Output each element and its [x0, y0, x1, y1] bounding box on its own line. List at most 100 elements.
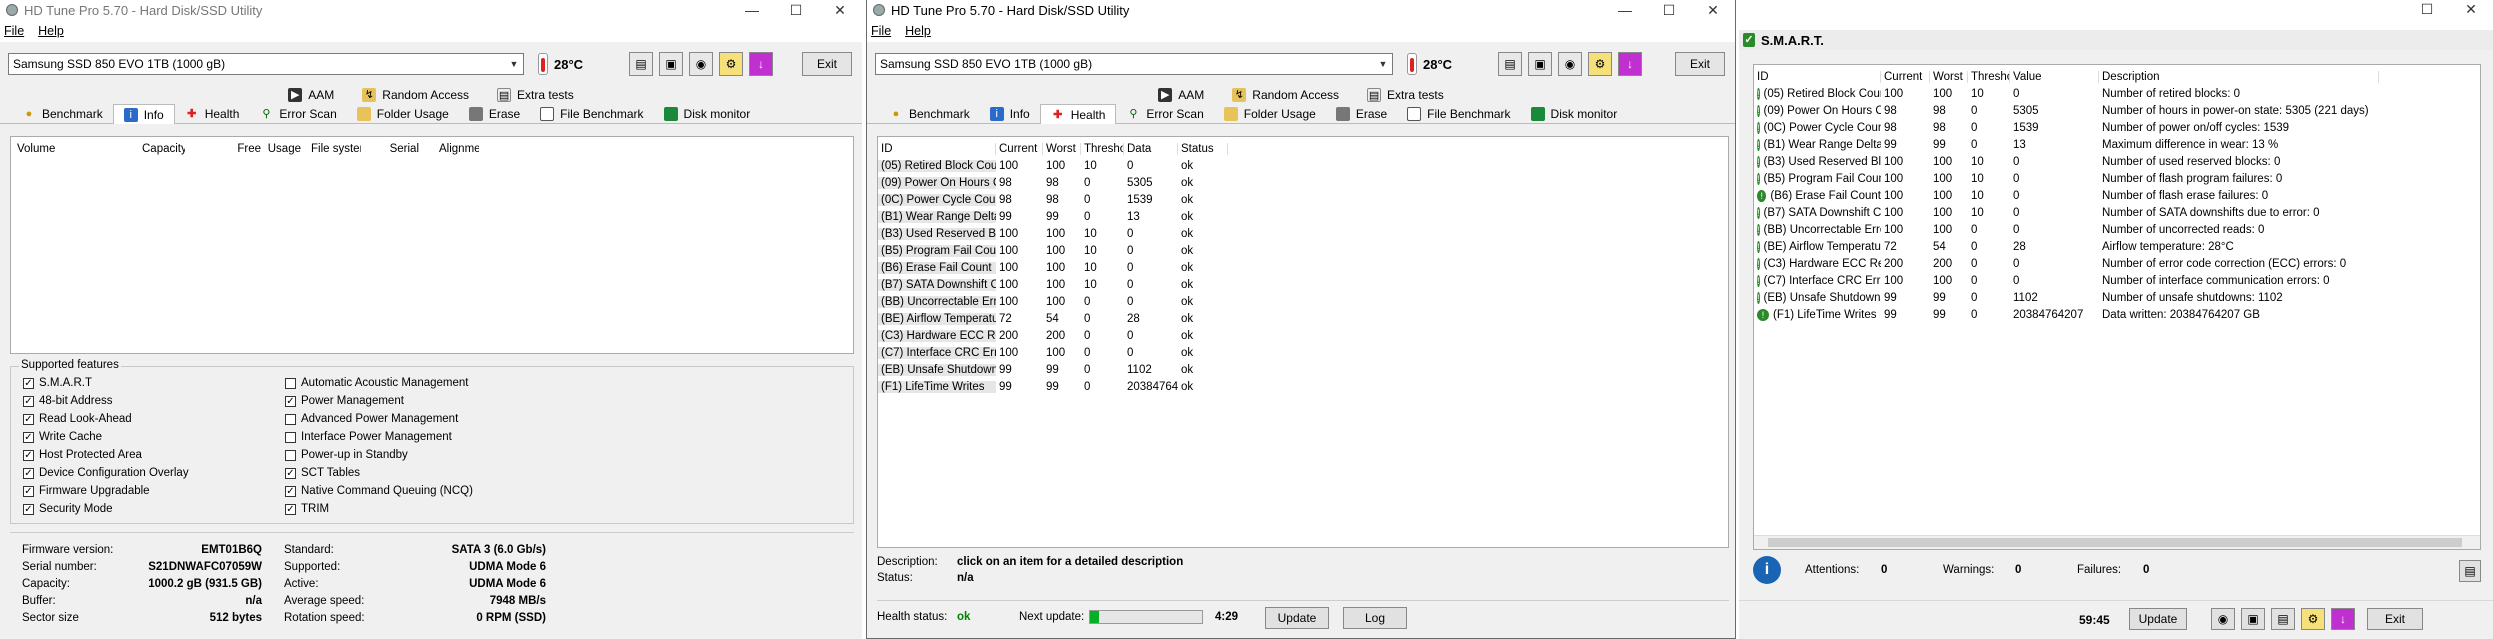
close-icon[interactable]: ✕: [818, 2, 862, 19]
feature-checkbox[interactable]: ✓: [23, 395, 34, 407]
table-row[interactable]: !(B3) Used Reserved Block Count100100100…: [1754, 153, 2480, 170]
drive-select[interactable]: Samsung SSD 850 EVO 1TB (1000 gB) ▼: [875, 53, 1393, 75]
col-free[interactable]: Free: [185, 143, 261, 155]
column-header[interactable]: Threshold: [1968, 71, 2010, 83]
log-button[interactable]: Log: [1343, 607, 1407, 629]
close-icon[interactable]: ✕: [2449, 1, 2493, 18]
camera-icon[interactable]: ◉: [689, 52, 714, 76]
column-header[interactable]: Threshold: [1081, 143, 1124, 155]
tab-random-access[interactable]: ↯ Random Access: [1218, 86, 1353, 104]
menu-help[interactable]: Help: [905, 24, 931, 38]
table-row[interactable]: (EB) Unsafe Shutdown Count999901102ok: [878, 361, 1728, 378]
copy-screenshot-icon[interactable]: ▣: [1528, 52, 1553, 76]
exit-button[interactable]: Exit: [802, 52, 852, 76]
col-capacity[interactable]: Capacity: [139, 143, 185, 155]
table-row[interactable]: (B3) Used Reserved Block Count100100100o…: [878, 225, 1728, 242]
close-icon[interactable]: ✕: [1691, 2, 1735, 19]
save-report-icon[interactable]: ▤: [2459, 560, 2481, 582]
column-header[interactable]: Current: [1881, 71, 1930, 83]
column-header[interactable]: ID: [1754, 71, 1881, 83]
scrollbar-thumb[interactable]: [1768, 538, 2462, 547]
feature-checkbox[interactable]: ✓: [23, 467, 34, 479]
smart-detail-table[interactable]: IDCurrentWorstThresholdValueDescription …: [1753, 64, 2481, 550]
feature-checkbox[interactable]: [285, 449, 296, 461]
table-row[interactable]: !(C7) Interface CRC Error Count10010000N…: [1754, 272, 2480, 289]
menu-file[interactable]: File: [4, 24, 24, 38]
table-row[interactable]: (B5) Program Fail Count 100 100 10 0 ok: [878, 242, 1728, 259]
feature-checkbox[interactable]: ✓: [285, 503, 296, 515]
volume-list[interactable]: Volume Capacity Free Usage File system S…: [10, 136, 854, 354]
copy-info-icon[interactable]: ▤: [629, 52, 654, 76]
options-icon[interactable]: ⚙: [719, 52, 744, 76]
table-row[interactable]: ! (05) Retired Block Count 100 100 10 0 Number…: [1754, 85, 2480, 102]
column-header[interactable]: Current: [996, 143, 1043, 155]
disk-save-icon[interactable]: ▣: [2241, 608, 2265, 630]
col-volume[interactable]: Volume: [11, 143, 139, 155]
feature-checkbox[interactable]: [285, 413, 296, 425]
feature-checkbox[interactable]: ✓: [23, 503, 34, 515]
table-row[interactable]: !(09) Power On Hours Count989805305Numbe…: [1754, 102, 2480, 119]
table-row[interactable]: (BE) Airflow Temperature 72 54 0 28 ok: [878, 310, 1728, 327]
update-button[interactable]: Update: [2129, 608, 2187, 630]
table-row[interactable]: (B1) Wear Range Delta 99 99 0 13 ok: [878, 208, 1728, 225]
tab-folder-usage[interactable]: Folder Usage: [347, 104, 459, 124]
col-file-system[interactable]: File system: [301, 143, 361, 155]
maximize-icon[interactable]: ☐: [774, 2, 818, 19]
tab-disk-monitor[interactable]: Disk monitor: [1521, 104, 1628, 124]
table-row[interactable]: (BB) Uncorrectable Error Count10010000ok: [878, 293, 1728, 310]
column-header[interactable]: Data: [1124, 143, 1178, 155]
minimize-icon[interactable]: —: [1603, 2, 1647, 19]
table-row[interactable]: ! (B1) Wear Range Delta 99 99 0 13 Maximum dif…: [1754, 136, 2480, 153]
smart-table[interactable]: IDCurrentWorstThresholdDataStatus (05) R…: [877, 136, 1729, 548]
table-row[interactable]: (C7) Interface CRC Error Count10010000ok: [878, 344, 1728, 361]
table-row[interactable]: !(B7) SATA Downshift Count100100100Numbe…: [1754, 204, 2480, 221]
column-header[interactable]: Worst: [1043, 143, 1081, 155]
camera-icon[interactable]: ◉: [1558, 52, 1583, 76]
table-row[interactable]: ! (0C) Power Cycle Count 98 98 0 1539 Number o…: [1754, 119, 2480, 136]
exit-button[interactable]: Exit: [1675, 52, 1725, 76]
table-row[interactable]: (F1) LifeTime Writes9999020384764207ok: [878, 378, 1728, 395]
copy-screenshot-icon[interactable]: ▣: [659, 52, 684, 76]
feature-checkbox[interactable]: ✓: [23, 449, 34, 461]
tab-aam[interactable]: ▶ AAM: [1144, 86, 1218, 104]
drive-select[interactable]: Samsung SSD 850 EVO 1TB (1000 gB) ▼: [8, 53, 524, 75]
tab-erase[interactable]: Erase: [459, 104, 530, 124]
feature-checkbox[interactable]: ✓: [23, 431, 34, 443]
col-usage[interactable]: Usage: [261, 143, 301, 155]
tab-erase[interactable]: Erase: [1326, 104, 1397, 124]
table-row[interactable]: ! (B5) Program Fail Count 100 100 10 0 Number …: [1754, 170, 2480, 187]
column-header[interactable]: Worst: [1930, 71, 1968, 83]
maximize-icon[interactable]: ☐: [1647, 2, 1691, 19]
minimize-icon[interactable]: ☐: [2405, 1, 2449, 18]
table-row[interactable]: (B7) SATA Downshift Count100100100ok: [878, 276, 1728, 293]
table-row[interactable]: (09) Power On Hours Count989805305ok: [878, 174, 1728, 191]
download-icon[interactable]: ↓: [2331, 608, 2355, 630]
feature-checkbox[interactable]: ✓: [285, 395, 296, 407]
tab-file-benchmark[interactable]: File Benchmark: [530, 104, 653, 124]
table-row[interactable]: (05) Retired Block Count 100 100 10 0 ok: [878, 157, 1728, 174]
menu-help[interactable]: Help: [38, 24, 64, 38]
tab-extra-tests[interactable]: ▤ Extra tests: [1353, 86, 1458, 104]
tab-file-benchmark[interactable]: File Benchmark: [1397, 104, 1520, 124]
tab-random-access[interactable]: ↯ Random Access: [348, 86, 483, 104]
tab-info[interactable]: i Info: [112, 104, 175, 124]
feature-checkbox[interactable]: [285, 431, 296, 443]
options-icon[interactable]: ⚙: [2301, 608, 2325, 630]
column-header[interactable]: Description: [2099, 71, 2379, 83]
column-header[interactable]: Value: [2010, 71, 2099, 83]
column-header[interactable]: ID: [878, 143, 996, 155]
tab-error-scan[interactable]: ⚲ Error Scan: [249, 104, 346, 124]
exit-button[interactable]: Exit: [2367, 608, 2423, 630]
table-row[interactable]: !(EB) Unsafe Shutdown Count999901102Numb…: [1754, 289, 2480, 306]
camera-icon[interactable]: ◉: [2211, 608, 2235, 630]
table-row[interactable]: ! (BE) Airflow Temperature 72 54 0 28 Airflow …: [1754, 238, 2480, 255]
table-row[interactable]: (B6) Erase Fail Count 100 100 10 0 ok: [878, 259, 1728, 276]
feature-checkbox[interactable]: ✓: [23, 485, 34, 497]
feature-checkbox[interactable]: ✓: [285, 467, 296, 479]
feature-checkbox[interactable]: ✓: [23, 413, 34, 425]
table-row[interactable]: ! (F1) LifeTime Writes 99 99 0 20384764207 Dat…: [1754, 306, 2480, 323]
save-icon[interactable]: ↓: [1618, 52, 1643, 76]
tab-benchmark[interactable]: ● Benchmark: [12, 104, 113, 124]
feature-checkbox[interactable]: [285, 377, 296, 389]
tab-health[interactable]: ✚ Health: [175, 104, 250, 124]
